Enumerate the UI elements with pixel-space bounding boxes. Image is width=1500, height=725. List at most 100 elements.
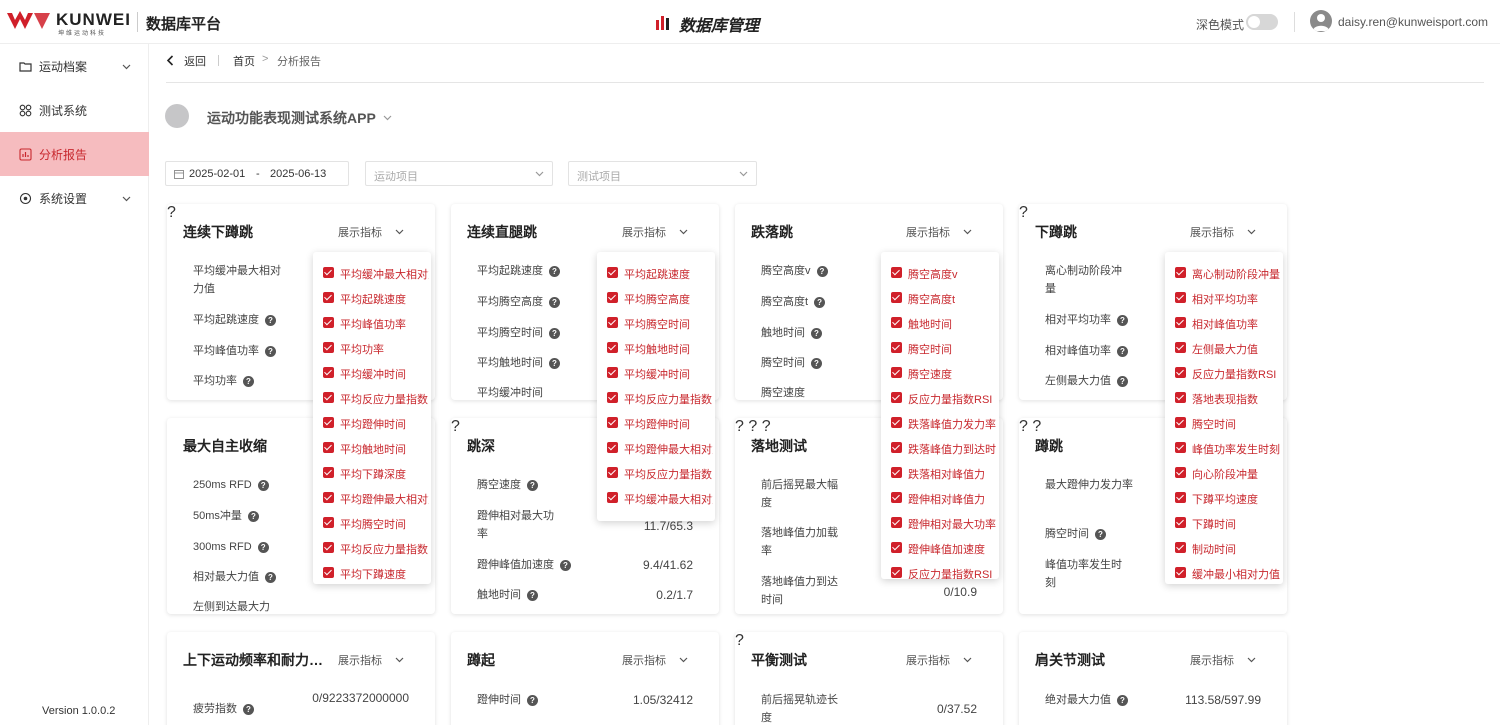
help-icon[interactable]: ? <box>1019 204 1028 221</box>
checkbox-checked-icon[interactable] <box>1175 392 1186 403</box>
indicator-option[interactable]: 蹬伸相对峰值力 <box>891 490 997 506</box>
indicator-option[interactable]: 蹬伸相对最大功率 <box>891 515 997 531</box>
help-icon[interactable]: ? <box>560 559 571 571</box>
indicator-option[interactable]: 反应力量指数RSI <box>891 390 997 406</box>
indicator-option[interactable]: 平均峰值功率 <box>323 315 429 331</box>
indicator-option[interactable]: 腾空高度v <box>891 265 997 281</box>
help-icon[interactable]: ? <box>1117 375 1128 387</box>
help-icon[interactable]: ? <box>549 327 560 339</box>
checkbox-checked-icon[interactable] <box>1175 317 1186 328</box>
indicator-option[interactable]: 平均触地时间 <box>323 440 429 456</box>
indicator-option[interactable]: 跌落相对峰值力 <box>891 465 997 481</box>
show-indicators-button[interactable]: 展示指标 <box>1190 652 1234 668</box>
help-icon[interactable]: ? <box>748 418 757 435</box>
checkbox-checked-icon[interactable] <box>1175 467 1186 478</box>
indicator-option[interactable]: 平均触地时间 <box>607 340 713 356</box>
checkbox-checked-icon[interactable] <box>1175 542 1186 553</box>
date-range-picker[interactable]: 2025-02-01 - 2025-06-13 <box>165 161 349 186</box>
help-icon[interactable]: ? <box>265 314 276 326</box>
checkbox-checked-icon[interactable] <box>323 567 334 578</box>
show-indicators-button[interactable]: 展示指标 <box>622 224 666 240</box>
help-icon[interactable]: ? <box>243 375 254 387</box>
help-icon[interactable]: ? <box>527 694 538 706</box>
checkbox-checked-icon[interactable] <box>1175 292 1186 303</box>
checkbox-checked-icon[interactable] <box>323 517 334 528</box>
checkbox-checked-icon[interactable] <box>607 267 618 278</box>
indicator-option[interactable]: 下蹲平均速度 <box>1175 490 1281 506</box>
checkbox-checked-icon[interactable] <box>891 467 902 478</box>
chevron-down-icon[interactable] <box>395 655 404 664</box>
checkbox-checked-icon[interactable] <box>1175 417 1186 428</box>
checkbox-checked-icon[interactable] <box>323 267 334 278</box>
chevron-down-icon[interactable] <box>963 227 972 236</box>
indicator-option[interactable]: 平均蹬伸最大相对力值 <box>607 440 713 456</box>
checkbox-checked-icon[interactable] <box>323 417 334 428</box>
checkbox-checked-icon[interactable] <box>891 492 902 503</box>
sidebar-item-analysis-report[interactable]: 分析报告 <box>0 132 149 176</box>
help-icon[interactable]: ? <box>1117 314 1128 326</box>
indicator-option[interactable]: 平均下蹲速度 <box>323 565 429 581</box>
indicator-option[interactable]: 跌落峰值力到达时间 <box>891 440 997 456</box>
indicator-option[interactable]: 触地时间 <box>891 315 997 331</box>
help-icon[interactable]: ? <box>1117 345 1128 357</box>
indicator-option[interactable]: 平均缓冲最大相对力值 <box>607 490 713 506</box>
checkbox-checked-icon[interactable] <box>891 367 902 378</box>
indicator-option[interactable]: 蹬伸峰值加速度 <box>891 540 997 556</box>
indicator-option[interactable]: 相对峰值功率 <box>1175 315 1281 331</box>
user-email[interactable]: daisy.ren@kunweisport.com <box>1338 15 1488 29</box>
show-indicators-button[interactable]: 展示指标 <box>338 224 382 240</box>
checkbox-checked-icon[interactable] <box>891 517 902 528</box>
help-icon[interactable]: ? <box>265 345 276 357</box>
checkbox-checked-icon[interactable] <box>891 442 902 453</box>
checkbox-checked-icon[interactable] <box>1175 492 1186 503</box>
checkbox-checked-icon[interactable] <box>891 567 902 578</box>
show-indicators-button[interactable]: 展示指标 <box>338 652 382 668</box>
test-select[interactable]: 测试项目 <box>568 161 757 186</box>
checkbox-checked-icon[interactable] <box>323 367 334 378</box>
checkbox-checked-icon[interactable] <box>607 342 618 353</box>
checkbox-checked-icon[interactable] <box>1175 267 1186 278</box>
checkbox-checked-icon[interactable] <box>607 467 618 478</box>
indicator-option[interactable]: 腾空速度 <box>891 365 997 381</box>
checkbox-checked-icon[interactable] <box>323 492 334 503</box>
indicator-option[interactable]: 峰值功率发生时刻 <box>1175 440 1281 456</box>
chevron-down-icon[interactable] <box>1247 655 1256 664</box>
indicator-option[interactable]: 制动时间 <box>1175 540 1281 556</box>
indicator-option[interactable]: 平均缓冲时间 <box>607 365 713 381</box>
chevron-down-icon[interactable] <box>383 113 392 122</box>
indicator-option[interactable]: 反应力量指数RSI <box>891 565 997 579</box>
chevron-down-icon[interactable] <box>395 227 404 236</box>
help-icon[interactable]: ? <box>243 703 254 715</box>
help-icon[interactable]: ? <box>451 418 460 435</box>
chevron-down-icon[interactable] <box>1247 227 1256 236</box>
chevron-down-icon[interactable] <box>679 655 688 664</box>
checkbox-checked-icon[interactable] <box>891 292 902 303</box>
checkbox-checked-icon[interactable] <box>891 417 902 428</box>
chevron-down-icon[interactable] <box>679 227 688 236</box>
sidebar-item-test-system[interactable]: 测试系统 <box>0 88 149 132</box>
indicator-option[interactable]: 跌落峰值力发力率 <box>891 415 997 431</box>
help-icon[interactable]: ? <box>811 357 822 369</box>
indicator-option[interactable]: 腾空时间 <box>891 340 997 356</box>
checkbox-checked-icon[interactable] <box>607 292 618 303</box>
indicator-option[interactable]: 离心制动阶段冲量 <box>1175 265 1281 281</box>
indicator-option[interactable]: 平均反应力量指数 <box>607 390 713 406</box>
checkbox-checked-icon[interactable] <box>891 317 902 328</box>
indicator-option[interactable]: 平均反应力量指数 <box>323 540 429 556</box>
date-start[interactable]: 2025-02-01 <box>189 168 245 180</box>
checkbox-checked-icon[interactable] <box>323 317 334 328</box>
help-icon[interactable]: ? <box>265 571 276 583</box>
checkbox-checked-icon[interactable] <box>323 467 334 478</box>
help-icon[interactable]: ? <box>257 479 269 491</box>
help-icon[interactable]: ? <box>549 296 560 308</box>
user-avatar[interactable] <box>1310 10 1332 32</box>
indicator-option[interactable]: 平均起跳速度 <box>323 290 429 306</box>
help-icon[interactable]: ? <box>762 418 771 435</box>
checkbox-checked-icon[interactable] <box>1175 442 1186 453</box>
checkbox-checked-icon[interactable] <box>607 442 618 453</box>
help-icon[interactable]: ? <box>549 265 560 277</box>
help-icon[interactable]: ? <box>1032 418 1041 435</box>
indicator-option[interactable]: 反应力量指数RSI <box>1175 365 1281 381</box>
show-indicators-button[interactable]: 展示指标 <box>1190 224 1234 240</box>
indicator-option[interactable]: 平均腾空时间 <box>323 515 429 531</box>
